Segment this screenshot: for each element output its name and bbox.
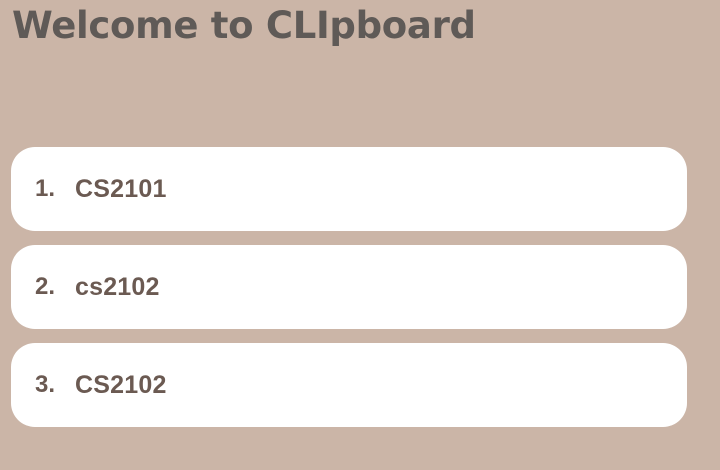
- course-list: 1. CS2101 2. cs2102 3. CS2102: [11, 147, 687, 441]
- course-number: 2.: [35, 273, 56, 300]
- course-name: CS2101: [75, 174, 167, 203]
- course-number: 3.: [35, 371, 56, 398]
- course-name: CS2102: [75, 370, 167, 399]
- course-name: cs2102: [75, 272, 160, 301]
- page-title: Welcome to CLIpboard: [12, 4, 476, 47]
- course-list-item[interactable]: 2. cs2102: [11, 245, 687, 329]
- course-list-item[interactable]: 3. CS2102: [11, 343, 687, 427]
- course-number: 1.: [35, 175, 56, 202]
- course-list-item[interactable]: 1. CS2101: [11, 147, 687, 231]
